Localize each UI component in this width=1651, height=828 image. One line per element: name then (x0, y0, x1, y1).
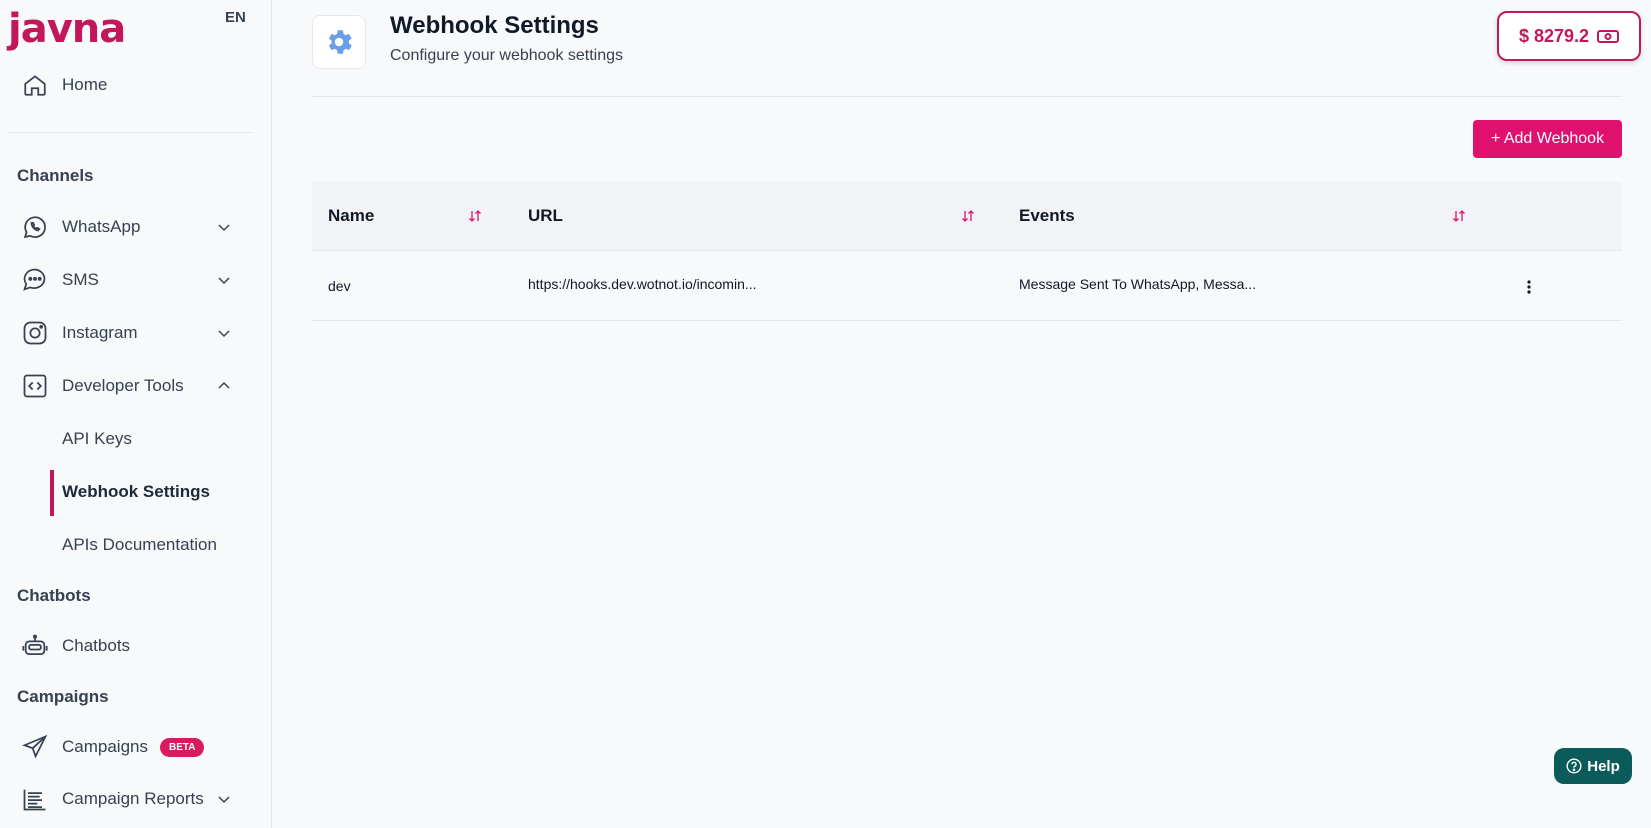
chevron-down-icon[interactable] (216, 219, 232, 235)
chevron-down-icon[interactable] (216, 272, 232, 288)
wallet-balance-button[interactable]: $ 8279.2 (1497, 11, 1641, 61)
sidebar-item-developer-tools[interactable]: Developer Tools (16, 366, 252, 406)
sidebar-item-webhook-settings[interactable]: Webhook Settings (62, 482, 210, 502)
active-indicator (50, 470, 54, 516)
chevron-up-icon[interactable] (216, 378, 232, 394)
send-icon (18, 730, 52, 764)
more-options-icon[interactable] (1526, 279, 1532, 295)
sidebar-item-whatsapp[interactable]: WhatsApp (16, 207, 252, 247)
cell-events: Message Sent To WhatsApp, Messa... (1019, 276, 1257, 292)
sort-icon[interactable] (468, 209, 482, 223)
column-header-url[interactable]: URL (528, 206, 563, 226)
sidebar-item-label: WhatsApp (62, 217, 141, 236)
sidebar-item-sms[interactable]: SMS (16, 260, 252, 300)
help-button[interactable]: Help (1554, 748, 1632, 784)
table-header: Name URL Events (312, 182, 1622, 251)
whatsapp-icon (18, 210, 52, 244)
column-header-name[interactable]: Name (328, 206, 374, 226)
divider (8, 132, 252, 133)
settings-gear-icon (312, 15, 366, 69)
balance-amount: $ 8279.2 (1518, 25, 1590, 46)
sidebar-item-label: Campaigns (62, 737, 148, 756)
sms-icon (18, 263, 52, 297)
chevron-down-icon[interactable] (216, 325, 232, 341)
home-icon (18, 68, 52, 102)
section-chatbots: Chatbots (17, 586, 91, 605)
help-icon (1566, 758, 1582, 774)
divider (312, 96, 1622, 97)
sidebar-item-api-keys[interactable]: API Keys (62, 429, 132, 449)
sidebar-item-label: SMS (62, 270, 99, 289)
sidebar-item-label: Chatbots (62, 636, 131, 655)
report-icon (18, 782, 52, 816)
section-campaigns: Campaigns (17, 687, 109, 706)
page-subtitle: Configure your webhook settings (390, 47, 624, 64)
sidebar-item-campaign-reports[interactable]: Campaign Reports (16, 779, 252, 819)
table-row[interactable]: dev https://hooks.dev.wotnot.io/incomin.… (312, 251, 1622, 321)
add-webhook-button[interactable]: + Add Webhook (1473, 120, 1622, 158)
code-icon (18, 369, 52, 403)
instagram-icon (18, 316, 52, 350)
column-header-events[interactable]: Events (1019, 206, 1075, 226)
robot-icon (18, 629, 52, 663)
sort-icon[interactable] (961, 209, 975, 223)
help-label: Help (1587, 757, 1620, 775)
cell-url: https://hooks.dev.wotnot.io/incomin... (528, 276, 757, 292)
sort-icon[interactable] (1452, 209, 1466, 223)
sidebar-item-apis-documentation[interactable]: APIs Documentation (62, 535, 217, 555)
sidebar: javna EN Home Channels WhatsApp SMS Inst… (0, 0, 272, 828)
sidebar-item-label: Campaign Reports (62, 789, 204, 808)
language-selector[interactable]: EN (225, 9, 246, 26)
section-channels: Channels (17, 166, 94, 185)
chevron-down-icon[interactable] (216, 791, 232, 807)
page-title: Webhook Settings (390, 12, 599, 39)
sidebar-item-chatbots[interactable]: Chatbots (16, 626, 252, 666)
sidebar-item-campaigns[interactable]: Campaigns BETA (16, 727, 252, 767)
sidebar-item-label: Developer Tools (62, 376, 184, 395)
cell-name: dev (328, 278, 351, 294)
logo[interactable]: javna (8, 6, 126, 52)
beta-badge: BETA (160, 737, 205, 757)
sidebar-item-label: Instagram (62, 323, 138, 342)
sidebar-item-instagram[interactable]: Instagram (16, 313, 252, 353)
cash-icon (1597, 30, 1620, 43)
sidebar-item-label: Home (62, 75, 108, 94)
webhooks-table: Name URL Events dev https://hooks.dev.wo… (312, 182, 1622, 321)
sidebar-item-home[interactable]: Home (16, 65, 252, 105)
